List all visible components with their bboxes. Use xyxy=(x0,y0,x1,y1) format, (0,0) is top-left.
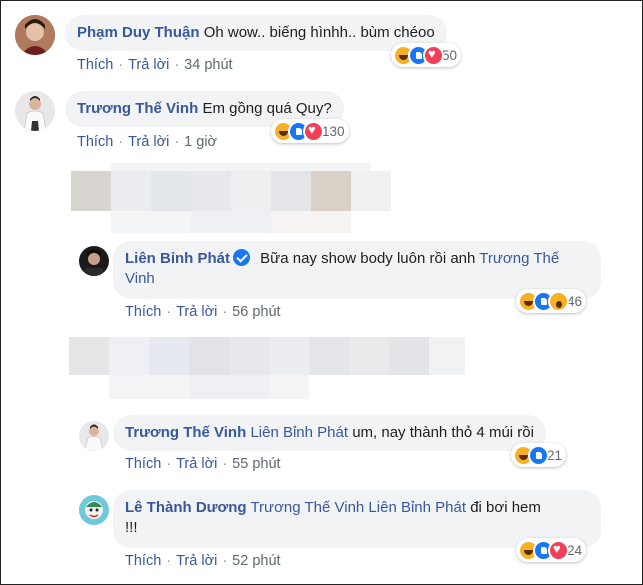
verified-badge-icon xyxy=(233,249,250,266)
author-name[interactable]: Liên Bỉnh Phát xyxy=(125,250,230,267)
like-link[interactable]: Thích xyxy=(77,134,113,150)
timestamp[interactable]: 1 giờ xyxy=(184,134,217,150)
separator: · xyxy=(166,553,172,569)
author-name[interactable]: Trương Thế Vinh xyxy=(77,100,198,117)
comment-bubble: Trương Thế Vinh Liên Bỉnh Phát um, nay t… xyxy=(113,415,546,451)
separator: · xyxy=(222,553,228,569)
reaction-count: 130 xyxy=(322,123,345,139)
avatar[interactable] xyxy=(79,246,109,276)
avatar[interactable] xyxy=(79,495,109,525)
comment-text: Oh wow.. biếng hìnhh.. bùm chéoo xyxy=(203,24,435,41)
separator: · xyxy=(174,134,180,150)
like-link[interactable]: Thích xyxy=(125,553,161,569)
author-name[interactable]: Trương Thế Vinh xyxy=(125,424,246,441)
separator: · xyxy=(166,456,172,472)
reply-link[interactable]: Trả lời xyxy=(128,134,169,150)
mention-link[interactable]: Trương Thế Vinh Liên Bỉnh Phát xyxy=(250,499,466,516)
separator: · xyxy=(166,304,172,320)
comment-actions: Thích · Trả lời · 52 phút xyxy=(125,553,281,569)
comment-bubble: Phạm Duy Thuận Oh wow.. biếng hìnhh.. bù… xyxy=(65,15,447,51)
comment-text: um, nay thành thỏ 4 múi rồi xyxy=(352,424,534,441)
avatar[interactable] xyxy=(15,91,55,131)
avatar[interactable] xyxy=(79,421,109,451)
reply-link[interactable]: Trả lời xyxy=(176,553,217,569)
reaction-count: 21 xyxy=(547,447,563,463)
separator: · xyxy=(118,57,124,73)
comment-actions: Thích · Trả lời · 1 giờ xyxy=(77,134,217,150)
like-link[interactable]: Thích xyxy=(77,57,113,73)
reaction-count: 24 xyxy=(567,542,583,558)
reaction-summary[interactable]: 46 xyxy=(516,289,587,313)
timestamp[interactable]: 55 phút xyxy=(232,456,280,472)
comment-text: Bữa nay show body luôn rồi anh xyxy=(260,250,476,267)
comment-actions: Thích · Trả lời · 56 phút xyxy=(125,304,281,320)
like-link[interactable]: Thích xyxy=(125,304,161,320)
love-icon xyxy=(548,539,569,561)
reaction-count: 50 xyxy=(442,47,458,63)
comment-text: đi bơi hem xyxy=(470,499,541,516)
like-link[interactable]: Thích xyxy=(125,456,161,472)
reply-link[interactable]: Trả lời xyxy=(176,304,217,320)
redacted-content xyxy=(71,171,391,211)
redacted-content xyxy=(69,337,465,375)
comment-text-line2: !!! xyxy=(125,519,138,536)
comment-text: Em gồng quá Quy? xyxy=(202,100,332,117)
reply-link[interactable]: Trả lời xyxy=(128,57,169,73)
redacted-content xyxy=(109,375,309,399)
timestamp[interactable]: 56 phút xyxy=(232,304,280,320)
timestamp[interactable]: 34 phút xyxy=(184,57,232,73)
love-icon xyxy=(303,120,324,142)
redacted-content xyxy=(111,163,371,171)
separator: · xyxy=(222,304,228,320)
reaction-summary[interactable]: 50 xyxy=(391,43,462,67)
reply-link[interactable]: Trả lời xyxy=(176,456,217,472)
reaction-summary[interactable]: 130 xyxy=(271,119,349,143)
like-icon xyxy=(528,444,549,466)
comment-actions: Thích · Trả lời · 55 phút xyxy=(125,456,281,472)
wow-icon xyxy=(548,290,569,312)
reaction-count: 46 xyxy=(567,293,583,309)
mention-link[interactable]: Liên Bỉnh Phát xyxy=(250,424,348,441)
author-name[interactable]: Phạm Duy Thuận xyxy=(77,24,200,41)
separator: · xyxy=(118,134,124,150)
separator: · xyxy=(222,456,228,472)
author-name[interactable]: Lê Thành Dương xyxy=(125,499,247,516)
reaction-summary[interactable]: 24 xyxy=(516,538,587,562)
avatar[interactable] xyxy=(15,15,55,55)
separator: · xyxy=(174,57,180,73)
comment-thread: Phạm Duy Thuận Oh wow.. biếng hìnhh.. bù… xyxy=(0,0,643,585)
comment-actions: Thích · Trả lời · 34 phút xyxy=(77,57,233,73)
love-icon xyxy=(423,44,444,66)
reaction-summary[interactable]: 21 xyxy=(511,443,567,467)
redacted-content xyxy=(111,211,391,233)
timestamp[interactable]: 52 phút xyxy=(232,553,280,569)
